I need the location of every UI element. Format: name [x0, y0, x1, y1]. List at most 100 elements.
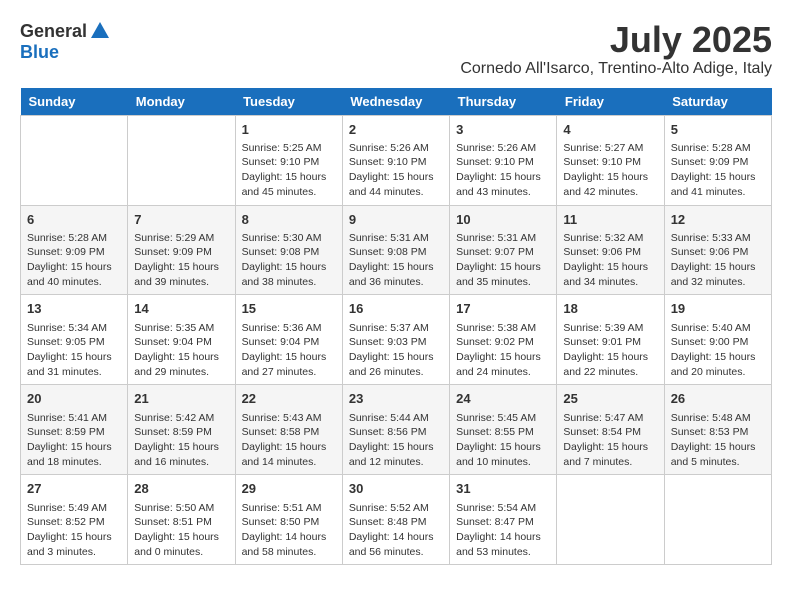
calendar-week-row: 6Sunrise: 5:28 AM Sunset: 9:09 PM Daylig… — [21, 205, 772, 295]
calendar-cell — [21, 115, 128, 205]
day-number: 19 — [671, 300, 765, 318]
cell-content: Sunrise: 5:41 AM Sunset: 8:59 PM Dayligh… — [27, 411, 121, 470]
calendar-cell: 14 Sunrise: 5:35 AM Sunset: 9:04 PM Dayli… — [128, 295, 235, 385]
calendar-cell: 27 Sunrise: 5:49 AM Sunset: 8:52 PM Dayli… — [21, 475, 128, 565]
cell-content: Sunrise: 5:28 AM Sunset: 9:09 PM Dayligh… — [671, 141, 765, 200]
calendar-cell: 25 Sunrise: 5:47 AM Sunset: 8:54 PM Dayli… — [557, 385, 664, 475]
calendar-week-row: 13Sunrise: 5:34 AM Sunset: 9:05 PM Dayli… — [21, 295, 772, 385]
calendar-table: SundayMondayTuesdayWednesdayThursdayFrid… — [20, 88, 772, 566]
calendar-week-row: 1 Sunrise: 5:25 AM Sunset: 9:10 PM Daylig… — [21, 115, 772, 205]
day-number: 5 — [671, 121, 765, 139]
location: Cornedo All'Isarco, Trentino-Alto Adige,… — [460, 60, 772, 78]
calendar-header-thursday: Thursday — [450, 88, 557, 116]
calendar-cell — [128, 115, 235, 205]
calendar-cell: 3 Sunrise: 5:26 AM Sunset: 9:10 PM Daylig… — [450, 115, 557, 205]
day-number: 21 — [134, 390, 228, 408]
calendar-header-tuesday: Tuesday — [235, 88, 342, 116]
calendar-cell: 8 Sunrise: 5:30 AM Sunset: 9:08 PM Daylig… — [235, 205, 342, 295]
calendar-cell: 24Sunrise: 5:45 AM Sunset: 8:55 PM Dayli… — [450, 385, 557, 475]
calendar-cell: 9Sunrise: 5:31 AM Sunset: 9:08 PM Daylig… — [342, 205, 449, 295]
cell-content: Sunrise: 5:39 AM Sunset: 9:01 PM Dayligh… — [563, 321, 657, 380]
calendar-header-wednesday: Wednesday — [342, 88, 449, 116]
calendar-cell: 5 Sunrise: 5:28 AM Sunset: 9:09 PM Daylig… — [664, 115, 771, 205]
cell-content: Sunrise: 5:47 AM Sunset: 8:54 PM Dayligh… — [563, 411, 657, 470]
day-number: 1 — [242, 121, 336, 139]
day-number: 24 — [456, 390, 550, 408]
day-number: 14 — [134, 300, 228, 318]
day-number: 10 — [456, 211, 550, 229]
cell-content: Sunrise: 5:27 AM Sunset: 9:10 PM Dayligh… — [563, 141, 657, 200]
calendar-cell: 16 Sunrise: 5:37 AM Sunset: 9:03 PM Dayli… — [342, 295, 449, 385]
day-number: 16 — [349, 300, 443, 318]
cell-content: Sunrise: 5:49 AM Sunset: 8:52 PM Dayligh… — [27, 501, 121, 560]
cell-content: Sunrise: 5:37 AM Sunset: 9:03 PM Dayligh… — [349, 321, 443, 380]
day-number: 31 — [456, 480, 550, 498]
calendar-cell: 30Sunrise: 5:52 AM Sunset: 8:48 PM Dayli… — [342, 475, 449, 565]
day-number: 12 — [671, 211, 765, 229]
calendar-week-row: 27 Sunrise: 5:49 AM Sunset: 8:52 PM Dayli… — [21, 475, 772, 565]
calendar-cell: 31 Sunrise: 5:54 AM Sunset: 8:47 PM Dayli… — [450, 475, 557, 565]
cell-content: Sunrise: 5:51 AM Sunset: 8:50 PM Dayligh… — [242, 501, 336, 560]
calendar-header-row: SundayMondayTuesdayWednesdayThursdayFrid… — [21, 88, 772, 116]
calendar-cell: 6Sunrise: 5:28 AM Sunset: 9:09 PM Daylig… — [21, 205, 128, 295]
day-number: 27 — [27, 480, 121, 498]
day-number: 22 — [242, 390, 336, 408]
calendar-cell: 13Sunrise: 5:34 AM Sunset: 9:05 PM Dayli… — [21, 295, 128, 385]
day-number: 3 — [456, 121, 550, 139]
calendar-header-friday: Friday — [557, 88, 664, 116]
day-number: 17 — [456, 300, 550, 318]
calendar-week-row: 20 Sunrise: 5:41 AM Sunset: 8:59 PM Dayli… — [21, 385, 772, 475]
cell-content: Sunrise: 5:44 AM Sunset: 8:56 PM Dayligh… — [349, 411, 443, 470]
calendar-cell: 12Sunrise: 5:33 AM Sunset: 9:06 PM Dayli… — [664, 205, 771, 295]
logo-blue-text: Blue — [20, 42, 59, 62]
calendar-header-sunday: Sunday — [21, 88, 128, 116]
calendar-cell: 10Sunrise: 5:31 AM Sunset: 9:07 PM Dayli… — [450, 205, 557, 295]
calendar-cell: 2Sunrise: 5:26 AM Sunset: 9:10 PM Daylig… — [342, 115, 449, 205]
calendar-cell: 26Sunrise: 5:48 AM Sunset: 8:53 PM Dayli… — [664, 385, 771, 475]
day-number: 6 — [27, 211, 121, 229]
day-number: 15 — [242, 300, 336, 318]
calendar-header-saturday: Saturday — [664, 88, 771, 116]
day-number: 9 — [349, 211, 443, 229]
day-number: 29 — [242, 480, 336, 498]
page-header: General Blue July 2025 Cornedo All'Isarc… — [20, 20, 772, 78]
day-number: 23 — [349, 390, 443, 408]
cell-content: Sunrise: 5:40 AM Sunset: 9:00 PM Dayligh… — [671, 321, 765, 380]
calendar-cell: 7Sunrise: 5:29 AM Sunset: 9:09 PM Daylig… — [128, 205, 235, 295]
calendar-cell: 15 Sunrise: 5:36 AM Sunset: 9:04 PM Dayli… — [235, 295, 342, 385]
calendar-cell: 17 Sunrise: 5:38 AM Sunset: 9:02 PM Dayli… — [450, 295, 557, 385]
day-number: 13 — [27, 300, 121, 318]
calendar-cell: 11 Sunrise: 5:32 AM Sunset: 9:06 PM Dayli… — [557, 205, 664, 295]
logo-icon — [89, 20, 111, 42]
cell-content: Sunrise: 5:25 AM Sunset: 9:10 PM Dayligh… — [242, 141, 336, 200]
cell-content: Sunrise: 5:38 AM Sunset: 9:02 PM Dayligh… — [456, 321, 550, 380]
cell-content: Sunrise: 5:29 AM Sunset: 9:09 PM Dayligh… — [134, 231, 228, 290]
day-number: 11 — [563, 211, 657, 229]
day-number: 8 — [242, 211, 336, 229]
cell-content: Sunrise: 5:50 AM Sunset: 8:51 PM Dayligh… — [134, 501, 228, 560]
cell-content: Sunrise: 5:30 AM Sunset: 9:08 PM Dayligh… — [242, 231, 336, 290]
day-number: 20 — [27, 390, 121, 408]
cell-content: Sunrise: 5:26 AM Sunset: 9:10 PM Dayligh… — [456, 141, 550, 200]
cell-content: Sunrise: 5:54 AM Sunset: 8:47 PM Dayligh… — [456, 501, 550, 560]
calendar-cell: 28 Sunrise: 5:50 AM Sunset: 8:51 PM Dayli… — [128, 475, 235, 565]
day-number: 26 — [671, 390, 765, 408]
cell-content: Sunrise: 5:42 AM Sunset: 8:59 PM Dayligh… — [134, 411, 228, 470]
cell-content: Sunrise: 5:43 AM Sunset: 8:58 PM Dayligh… — [242, 411, 336, 470]
calendar-cell: 20 Sunrise: 5:41 AM Sunset: 8:59 PM Dayli… — [21, 385, 128, 475]
calendar-cell: 19 Sunrise: 5:40 AM Sunset: 9:00 PM Dayli… — [664, 295, 771, 385]
cell-content: Sunrise: 5:36 AM Sunset: 9:04 PM Dayligh… — [242, 321, 336, 380]
cell-content: Sunrise: 5:32 AM Sunset: 9:06 PM Dayligh… — [563, 231, 657, 290]
day-number: 28 — [134, 480, 228, 498]
logo: General Blue — [20, 20, 113, 63]
day-number: 2 — [349, 121, 443, 139]
day-number: 18 — [563, 300, 657, 318]
calendar-cell: 21 Sunrise: 5:42 AM Sunset: 8:59 PM Dayli… — [128, 385, 235, 475]
cell-content: Sunrise: 5:35 AM Sunset: 9:04 PM Dayligh… — [134, 321, 228, 380]
logo-general-text: General — [20, 21, 87, 42]
calendar-cell: 22 Sunrise: 5:43 AM Sunset: 8:58 PM Dayli… — [235, 385, 342, 475]
day-number: 25 — [563, 390, 657, 408]
calendar-cell: 29 Sunrise: 5:51 AM Sunset: 8:50 PM Dayli… — [235, 475, 342, 565]
calendar-header-monday: Monday — [128, 88, 235, 116]
calendar-cell: 1 Sunrise: 5:25 AM Sunset: 9:10 PM Daylig… — [235, 115, 342, 205]
